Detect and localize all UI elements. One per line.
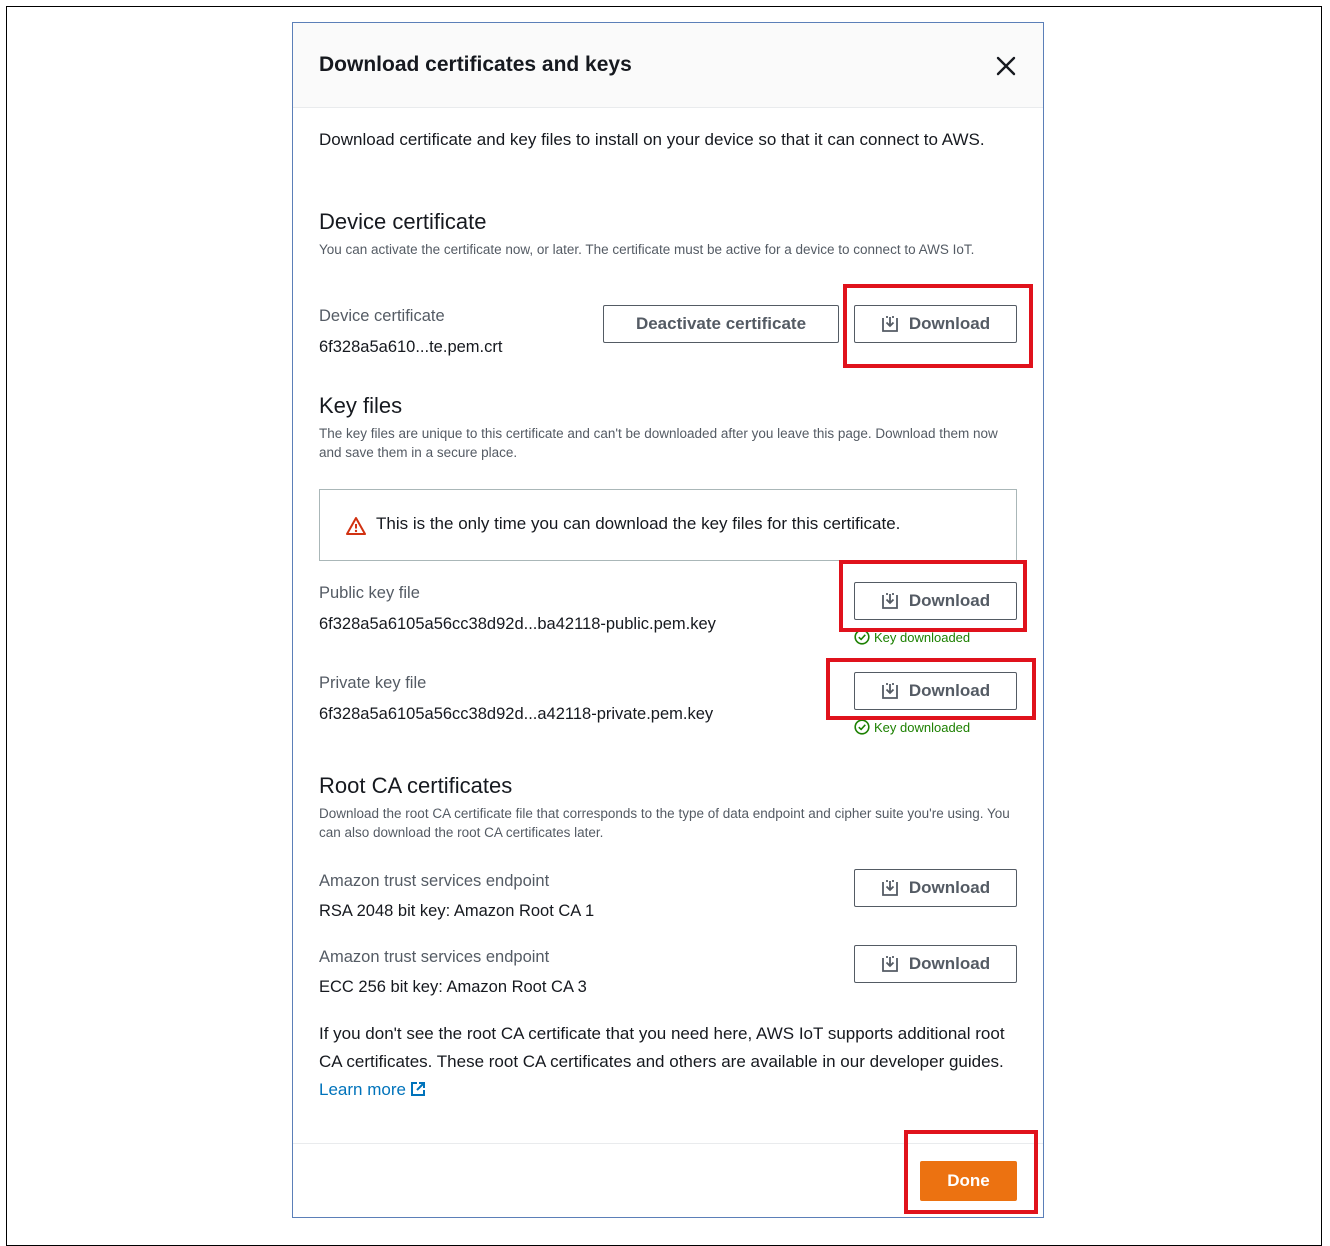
key-files-description: The key files are unique to this certifi… <box>319 426 998 460</box>
device-certificate-description: You can activate the certificate now, or… <box>319 242 975 257</box>
warning-text: This is the only time you can download t… <box>376 514 901 533</box>
private-key-label: Private key file <box>319 674 427 692</box>
modal-title: Download certificates and keys <box>319 53 632 76</box>
download-label: Download <box>908 314 991 333</box>
public-key-label: Public key file <box>319 584 420 602</box>
download-icon <box>881 956 898 972</box>
learn-more-link[interactable]: Learn more <box>319 1080 426 1099</box>
modal-header: Download certificates and keys <box>293 23 1043 108</box>
download-label: Download <box>908 878 991 897</box>
root-ca-note-text: If you don't see the root CA certificate… <box>319 1024 1005 1071</box>
check-circle-icon <box>854 719 870 735</box>
deactivate-certificate-label: Deactivate certificate <box>635 314 807 333</box>
status-text: Key downloaded <box>874 629 971 645</box>
download-label: Download <box>908 591 991 610</box>
learn-more-label: Learn more <box>319 1080 406 1099</box>
done-button[interactable]: Done <box>920 1161 1017 1201</box>
ecc-root-ca-download-button[interactable]: Download <box>854 945 1017 983</box>
download-label: Download <box>908 681 991 700</box>
root-ca-footer-note: If you don't see the root CA certificate… <box>319 1020 1009 1104</box>
rsa-key-value: RSA 2048 bit key: Amazon Root CA 1 <box>319 902 595 920</box>
modal-intro: Download certificate and key files to in… <box>319 130 985 149</box>
private-key-download-button[interactable]: Download <box>854 672 1017 710</box>
download-icon <box>881 316 898 332</box>
public-key-filename: 6f328a5a6105a56cc38d92d...ba42118-public… <box>319 615 716 633</box>
device-certificate-download-button[interactable]: Download <box>854 305 1017 343</box>
download-label: Download <box>908 954 991 973</box>
ecc-key-value: ECC 256 bit key: Amazon Root CA 3 <box>319 978 587 996</box>
private-key-filename: 6f328a5a6105a56cc38d92d...a42118-private… <box>319 705 714 723</box>
device-certificate-label: Device certificate <box>319 307 445 325</box>
device-certificate-heading: Device certificate <box>319 209 487 234</box>
root-ca-heading: Root CA certificates <box>319 773 513 798</box>
deactivate-certificate-button[interactable]: Deactivate certificate <box>603 305 839 343</box>
check-circle-icon <box>854 629 870 645</box>
device-certificate-filename: 6f328a5a610...te.pem.crt <box>319 338 503 356</box>
rsa-endpoint-label: Amazon trust services endpoint <box>319 872 550 890</box>
close-icon[interactable] <box>993 53 1019 79</box>
done-label: Done <box>947 1171 990 1190</box>
rsa-root-ca-download-button[interactable]: Download <box>854 869 1017 907</box>
external-link-icon <box>410 1082 425 1096</box>
download-icon <box>881 880 898 896</box>
download-icon <box>881 593 898 609</box>
status-text: Key downloaded <box>874 719 971 735</box>
download-icon <box>881 683 898 699</box>
modal-footer-divider <box>293 1143 1043 1144</box>
public-key-status: Key downloaded <box>854 629 970 645</box>
key-files-heading: Key files <box>319 393 403 418</box>
ecc-endpoint-label: Amazon trust services endpoint <box>319 948 550 966</box>
private-key-status: Key downloaded <box>854 719 970 735</box>
download-certificates-modal: Download certificates and keys Download … <box>292 22 1044 1218</box>
public-key-download-button[interactable]: Download <box>854 582 1017 620</box>
root-ca-description: Download the root CA certificate file th… <box>319 806 1010 840</box>
key-files-warning-alert: This is the only time you can download t… <box>319 489 1017 561</box>
warning-icon <box>346 517 366 535</box>
